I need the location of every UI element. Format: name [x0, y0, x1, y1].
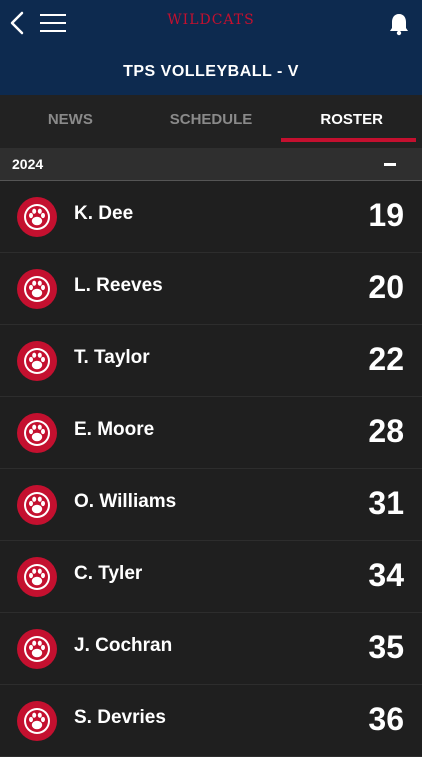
player-number: 20: [368, 269, 404, 305]
player-name: T. Taylor: [74, 347, 150, 368]
tab-roster[interactable]: ROSTER: [281, 95, 422, 148]
player-name: E. Moore: [74, 419, 155, 440]
player-number: 34: [368, 557, 404, 593]
tab-bar: NEWS SCHEDULE ROSTER: [0, 95, 422, 148]
roster-list: K. Dee 19 L. Reeves 20 T. Taylor 22 E. M…: [0, 181, 422, 757]
player-number: 36: [368, 701, 404, 737]
paw-icon: [17, 341, 57, 381]
list-item[interactable]: O. Williams 31: [0, 469, 422, 541]
tab-schedule[interactable]: SCHEDULE: [141, 95, 282, 148]
section-header[interactable]: 2024: [0, 148, 422, 181]
player-name: K. Dee: [74, 203, 134, 224]
player-number: 19: [368, 197, 404, 233]
player-name: J. Cochran: [74, 635, 173, 656]
list-item[interactable]: C. Tyler 34: [0, 541, 422, 613]
section-label: 2024: [12, 156, 44, 172]
collapse-icon[interactable]: [384, 162, 396, 166]
player-name: O. Williams: [74, 491, 177, 512]
player-number: 28: [368, 413, 404, 449]
brand-logo: WILDCATS: [167, 12, 255, 28]
paw-icon: [17, 485, 57, 525]
list-item[interactable]: T. Taylor 22: [0, 325, 422, 397]
page-title: TPS VOLLEYBALL - V: [123, 63, 299, 80]
list-item[interactable]: K. Dee 19: [0, 181, 422, 253]
paw-icon: [17, 197, 57, 237]
player-name: C. Tyler: [74, 563, 143, 584]
list-item[interactable]: S. Devries 36: [0, 685, 422, 757]
paw-icon: [17, 269, 57, 309]
list-item[interactable]: J. Cochran 35: [0, 613, 422, 685]
paw-icon: [17, 413, 57, 453]
player-name: S. Devries: [74, 707, 166, 728]
player-number: 22: [368, 341, 404, 377]
list-item[interactable]: E. Moore 28: [0, 397, 422, 469]
bell-icon[interactable]: [388, 12, 410, 36]
top-bar: WILDCATS TPS VOLLEYBALL - V: [0, 0, 422, 95]
list-item[interactable]: L. Reeves 20: [0, 253, 422, 325]
tab-news[interactable]: NEWS: [0, 95, 141, 148]
player-number: 35: [368, 629, 404, 665]
paw-icon: [17, 701, 57, 741]
paw-icon: [17, 557, 57, 597]
player-name: L. Reeves: [74, 275, 163, 296]
paw-icon: [17, 629, 57, 669]
player-number: 31: [368, 485, 404, 521]
